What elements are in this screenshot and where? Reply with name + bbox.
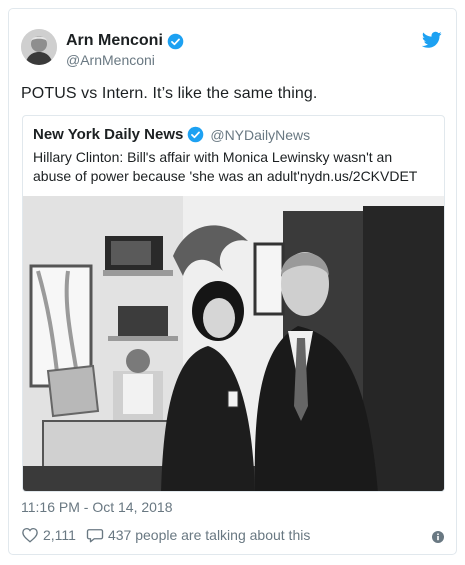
quoted-author-handle[interactable]: @NYDailyNews <box>210 127 310 143</box>
conversation-button[interactable]: 437 people are talking about this <box>86 526 310 544</box>
embedded-tweet-card[interactable]: Arn Menconi @ArnMenconi POTUS vs Intern.… <box>8 8 457 555</box>
verified-badge-icon <box>188 126 204 143</box>
avatar[interactable] <box>21 29 57 65</box>
heart-icon <box>22 527 38 543</box>
quoted-tweet[interactable]: New York Daily News @NYDailyNews Hillary… <box>22 115 445 492</box>
author-name-text[interactable]: Arn Menconi <box>66 32 163 50</box>
tweet-timestamp[interactable]: 11:16 PM - Oct 14, 2018 <box>21 499 173 515</box>
author-name[interactable]: Arn Menconi <box>66 32 184 50</box>
speech-bubble-icon <box>86 529 104 543</box>
like-button[interactable]: 2,111 <box>21 526 76 544</box>
quoted-tweet-header: New York Daily News @NYDailyNews <box>33 126 310 143</box>
tweet-actions: 2,111 437 people are talking about this <box>21 526 320 544</box>
like-count[interactable]: 2,111 <box>43 527 76 543</box>
quoted-tweet-photo[interactable] <box>23 196 445 492</box>
quoted-author-name[interactable]: New York Daily News <box>33 126 183 143</box>
tweet-text: POTUS vs Intern. It’s like the same thin… <box>21 85 318 102</box>
quoted-tweet-text: Hillary Clinton: Bill's affair with Moni… <box>33 149 418 184</box>
talking-count[interactable]: 437 people are talking about this <box>108 527 310 543</box>
author-handle[interactable]: @ArnMenconi <box>66 52 155 68</box>
verified-badge-icon <box>167 33 184 49</box>
twitter-bird-icon[interactable] <box>422 31 442 49</box>
info-icon[interactable] <box>432 531 444 543</box>
